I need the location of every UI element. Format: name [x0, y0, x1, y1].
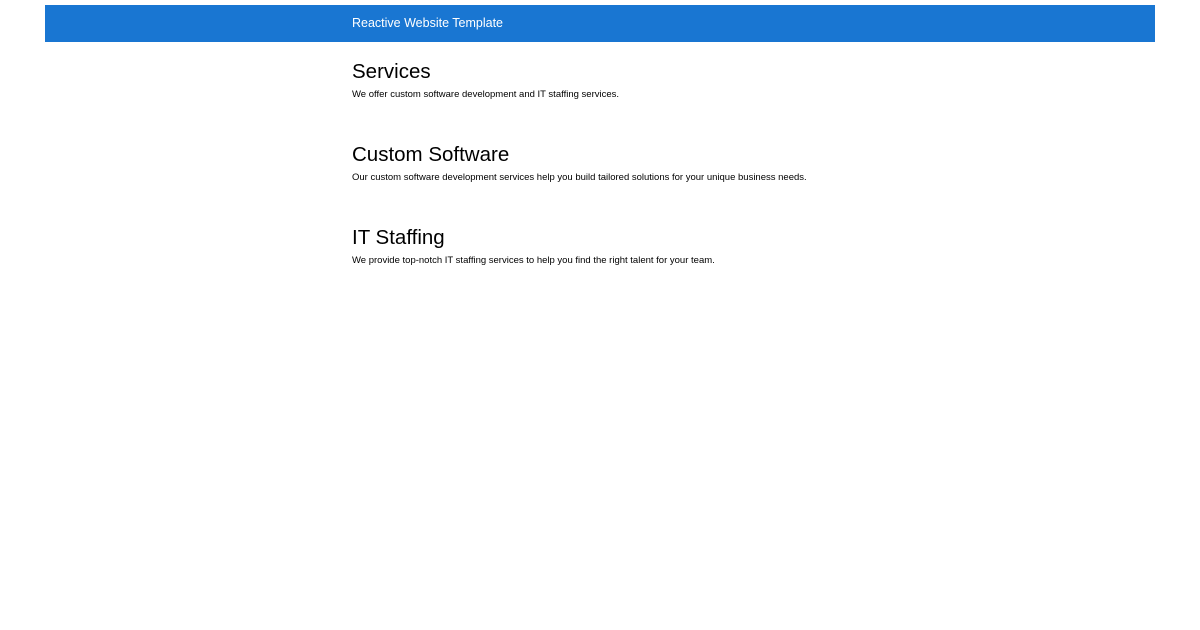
- section-text: We offer custom software development and…: [352, 89, 620, 100]
- site-header: Reactive Website Template: [45, 5, 1155, 42]
- custom-software-section: Custom Software Our custom software deve…: [352, 143, 1132, 184]
- section-heading: Services: [352, 60, 431, 83]
- it-staffing-section: IT Staffing We provide top-notch IT staf…: [352, 226, 1132, 267]
- section-heading: IT Staffing: [352, 226, 445, 249]
- section-heading: Custom Software: [352, 143, 510, 166]
- section-text: Our custom software development services…: [352, 172, 807, 183]
- site-title: Reactive Website Template: [352, 16, 504, 30]
- section-text: We provide top-notch IT staffing service…: [352, 255, 715, 266]
- services-section: Services We offer custom software develo…: [352, 60, 1132, 101]
